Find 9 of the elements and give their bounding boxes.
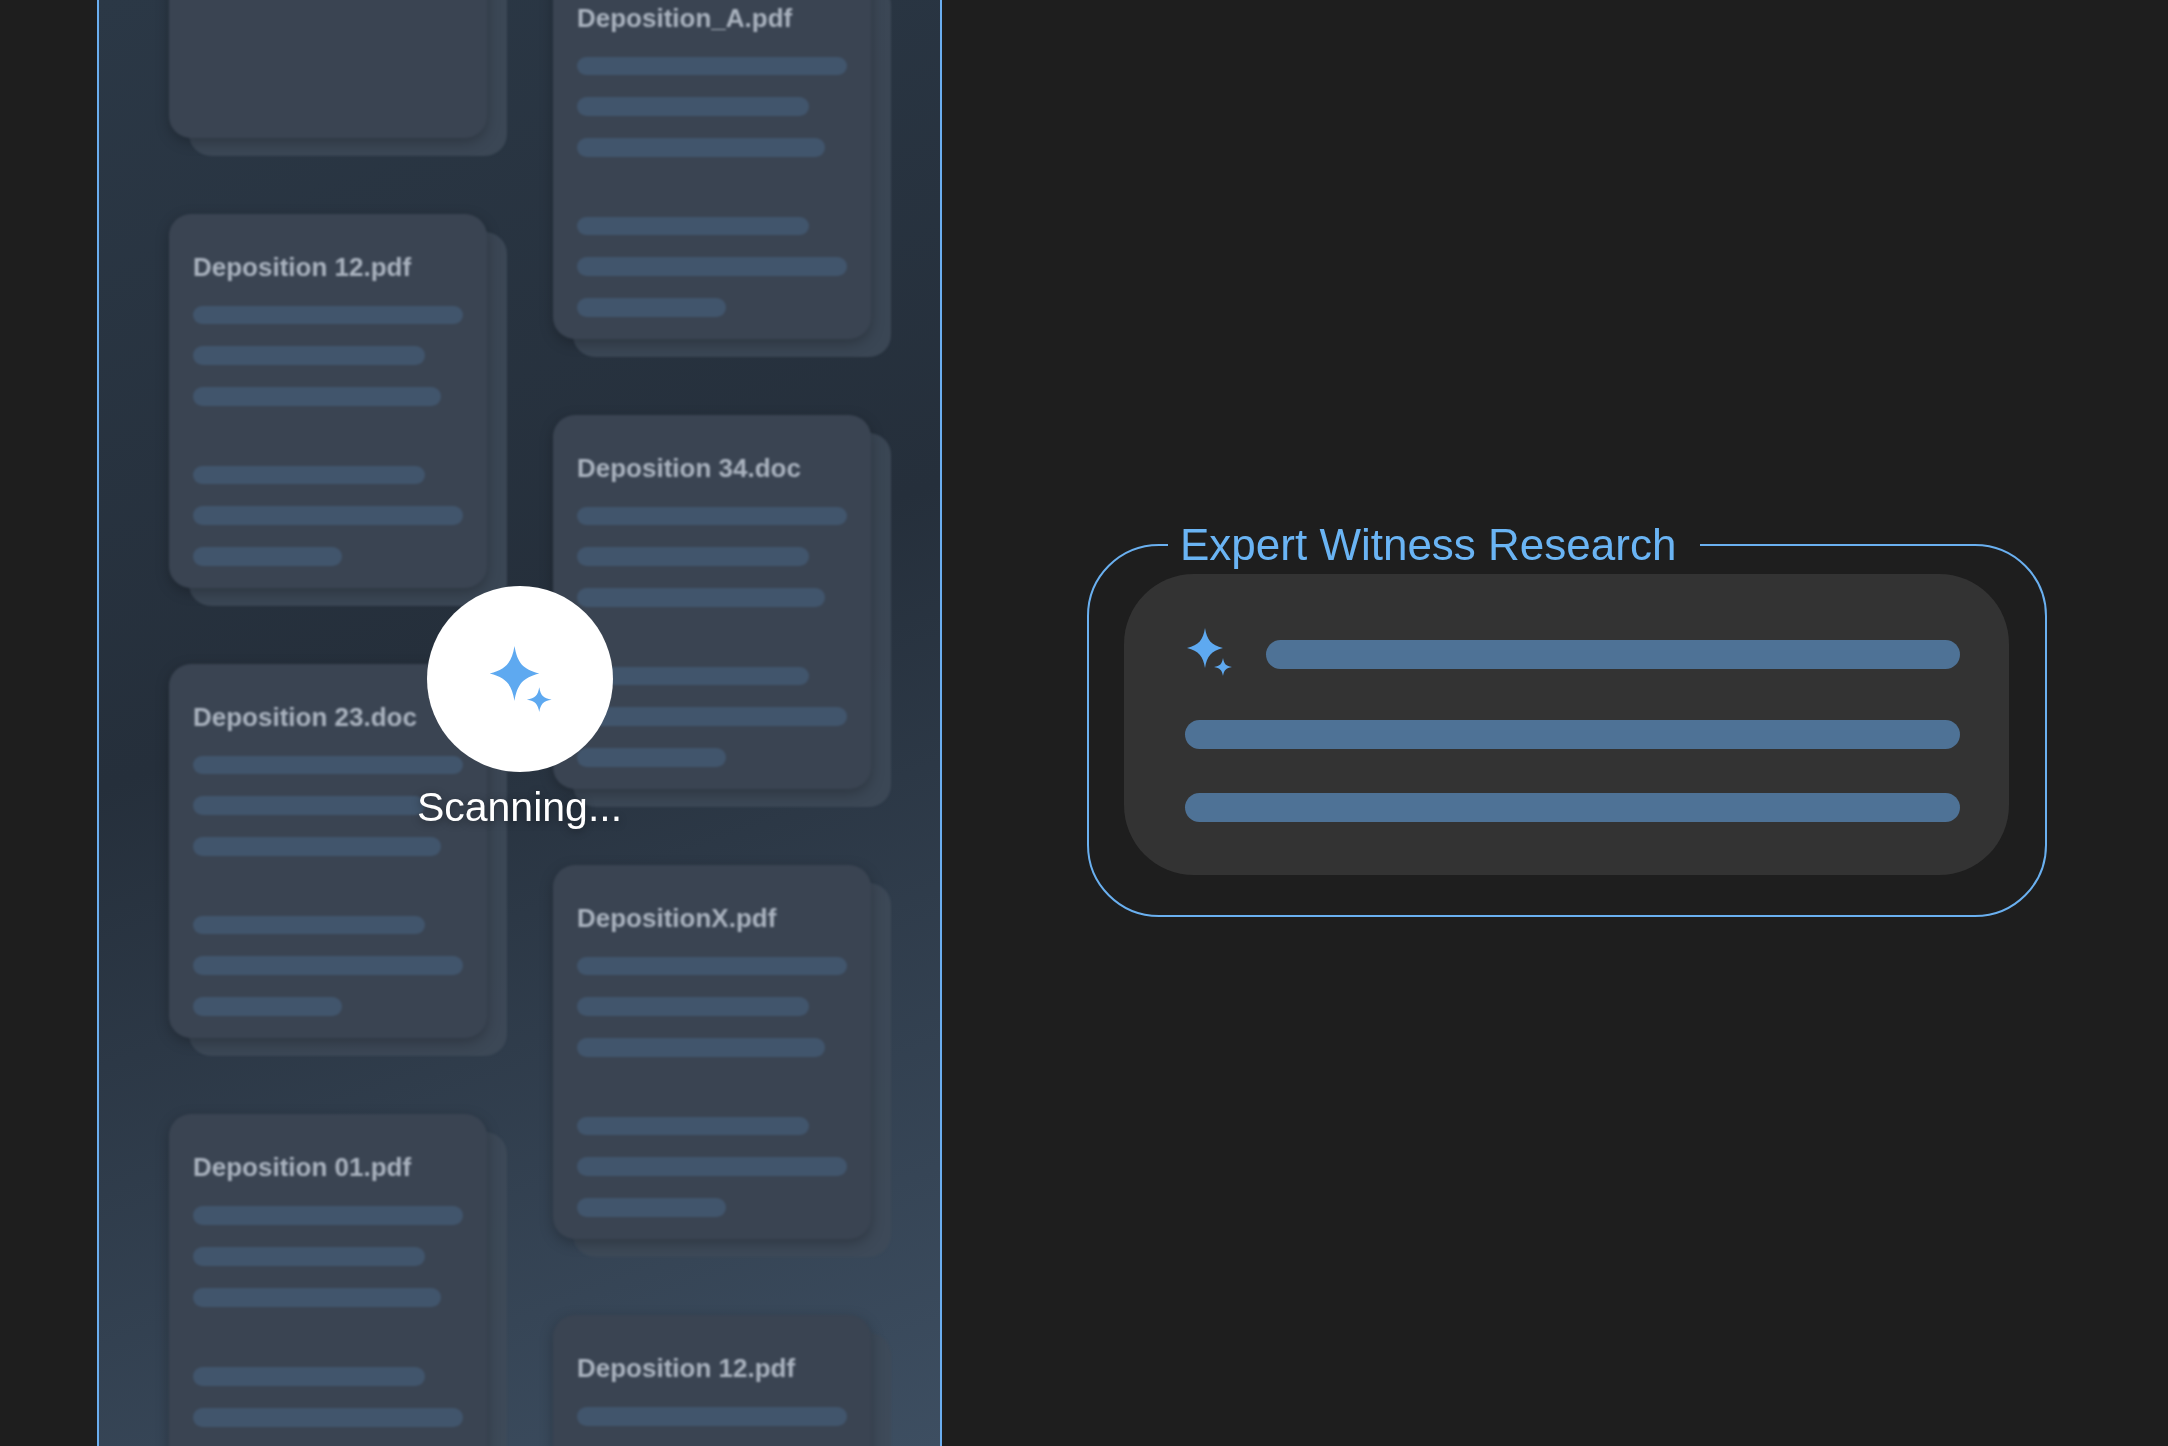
document-title: Deposition 12.pdf — [193, 252, 413, 284]
document-title: Deposition 34.doc — [577, 453, 802, 485]
status-text: Scanning... — [416, 784, 623, 831]
document-title: Deposition 01.pdf — [193, 1152, 413, 1184]
document-title: Deposition 12.pdf — [577, 1353, 797, 1385]
document-title: DepositionX.pdf — [577, 903, 778, 935]
document-title: Deposition 23.doc — [193, 702, 418, 734]
document-title: Deposition_A.pdf — [577, 3, 794, 35]
card-title: Expert Witness Research — [1179, 520, 1678, 570]
